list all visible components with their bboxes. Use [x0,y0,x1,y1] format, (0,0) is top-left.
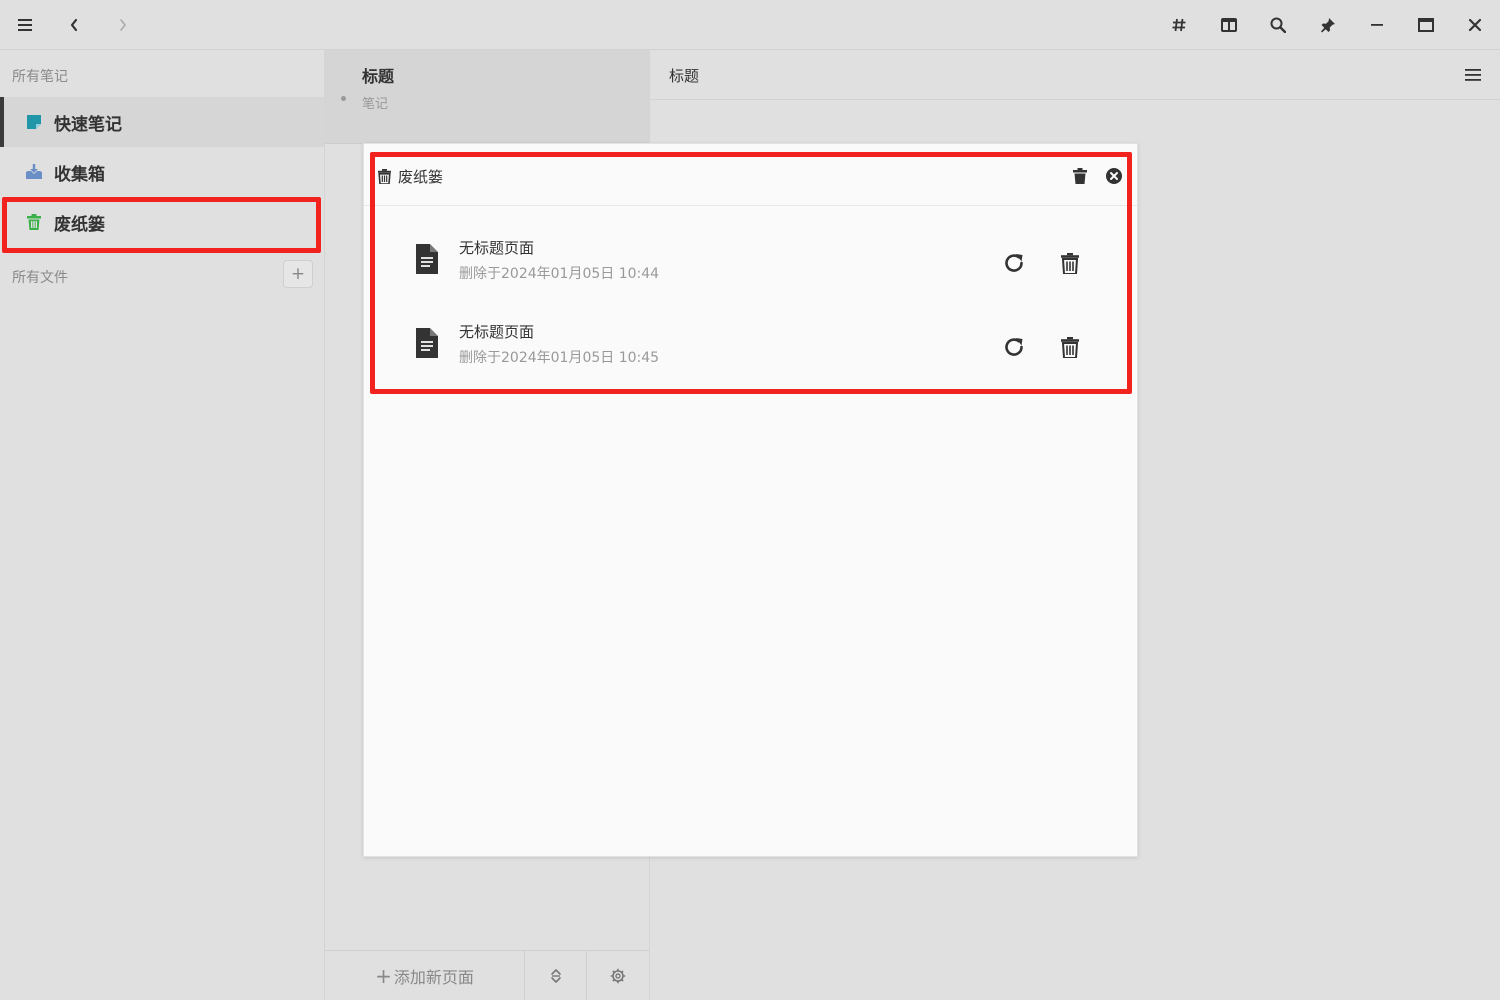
empty-trash-button[interactable] [1068,164,1092,188]
restore-icon [1003,252,1025,274]
editor-header: 标题 [650,50,1500,100]
gear-icon [610,968,626,984]
note-title: 标题 [362,67,395,86]
add-file-button[interactable]: + [283,260,313,288]
trash-item-deleted-time: 删除于2024年01月05日 10:44 [459,266,660,282]
note-list-footer: + 添加新页面 [325,950,649,1000]
delete-permanently-button[interactable] [1054,247,1086,279]
restore-icon [1003,336,1025,358]
close-dialog-button[interactable] [1102,164,1126,188]
sidebar-item-inbox[interactable]: 收集箱 [0,147,324,197]
trash-icon [1073,168,1087,184]
editor-title[interactable]: 标题 [669,65,699,86]
title-bar [0,0,1500,50]
inbox-icon [25,163,43,181]
file-icon [416,328,438,358]
trash-icon [378,169,391,184]
sort-icon [550,968,562,984]
minimize-icon[interactable] [1352,0,1402,50]
trash-item-deleted-time: 删除于2024年01月05日 10:45 [459,350,660,366]
trash-item-title: 无标题页面 [459,239,535,257]
note-tag: 笔记 [362,97,389,112]
trash-list-item: 无标题页面 删除于2024年01月05日 10:44 [364,227,1137,307]
tag-bullet [341,96,346,101]
trash-dialog-title: 废纸篓 [398,168,444,186]
trash-item-title: 无标题页面 [459,323,535,341]
restore-button[interactable] [998,331,1030,363]
menu-icon[interactable] [0,0,50,50]
trash-list-item: 无标题页面 删除于2024年01月05日 10:45 [364,311,1137,391]
back-icon[interactable] [49,0,99,50]
sidebar: 所有笔记 快速笔记 收集箱 废纸篓 所有文件 + [0,50,325,1000]
sidebar-item-label: 快速笔记 [54,114,122,135]
trash-icon [1061,336,1079,358]
forward-icon[interactable] [98,0,148,50]
search-icon[interactable] [1253,0,1303,50]
pin-icon[interactable] [1303,0,1353,50]
sidebar-item-trash[interactable]: 废纸篓 [0,197,324,247]
add-page-label: 添加新页面 [393,968,474,987]
trash-dialog: 废纸篓 无标题页面 删除于2024年01月05日 10:44 无标题页面 删除于… [363,143,1138,857]
add-page-button[interactable]: + 添加新页面 [325,951,525,1000]
trash-icon [25,213,43,231]
list-menu-icon [1465,68,1481,82]
editor-menu-button[interactable] [1456,62,1490,88]
close-icon[interactable] [1450,0,1500,50]
close-circle-icon [1106,168,1122,184]
delete-permanently-button[interactable] [1054,331,1086,363]
sidebar-item-label: 收集箱 [54,164,105,185]
all-files-label: 所有文件 [12,270,68,286]
file-icon [416,244,438,274]
sort-button[interactable] [525,951,587,1000]
plus-icon: + [375,964,392,988]
maximize-icon[interactable] [1401,0,1451,50]
sidebar-item-quick-notes[interactable]: 快速笔记 [0,97,324,147]
trash-dialog-header: 废纸篓 [364,144,1137,206]
sidebar-item-label: 废纸篓 [54,214,105,235]
settings-button[interactable] [587,951,649,1000]
columns-icon[interactable] [1204,0,1254,50]
restore-button[interactable] [998,247,1030,279]
all-notes-label: 所有笔记 [12,69,68,85]
hash-icon[interactable] [1154,0,1204,50]
trash-icon [1061,252,1079,274]
note-list-item[interactable]: 标题 笔记 [325,50,649,144]
sticky-note-icon [25,113,43,131]
